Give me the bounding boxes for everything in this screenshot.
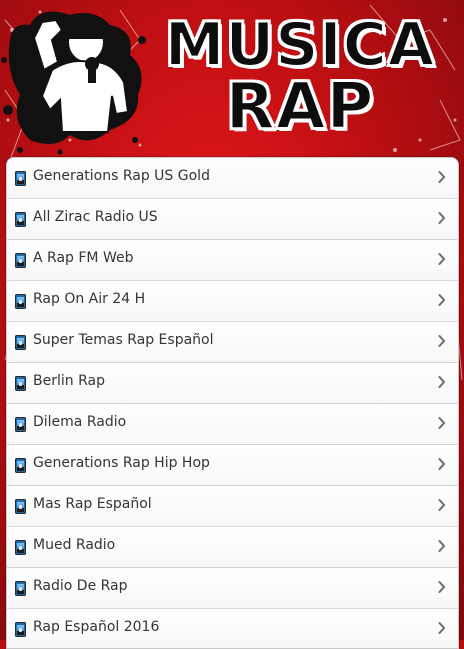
chevron-right-icon xyxy=(438,376,446,388)
app-header: MUSICA RAP xyxy=(0,0,464,156)
chevron-right-icon xyxy=(438,253,446,265)
list-item-label: All Zirac Radio US xyxy=(33,209,158,225)
list-item[interactable]: Super Temas Rap Español xyxy=(7,322,458,363)
chevron-right-icon xyxy=(438,335,446,347)
chevron-right-icon xyxy=(438,581,446,593)
list-item[interactable]: Rap On Air 24 H xyxy=(7,281,458,322)
radio-station-icon xyxy=(15,622,26,637)
radio-station-icon xyxy=(15,294,26,309)
list-item-label: Radio De Rap xyxy=(33,578,128,594)
app-title-line1: MUSICA xyxy=(164,10,436,80)
chevron-right-icon xyxy=(438,540,446,552)
chevron-right-icon xyxy=(438,294,446,306)
list-item-label: Super Temas Rap Español xyxy=(33,332,214,348)
radio-station-icon xyxy=(15,540,26,555)
list-item[interactable]: Dilema Radio xyxy=(7,404,458,445)
list-item-label: Rap On Air 24 H xyxy=(33,291,146,307)
list-item[interactable]: Generations Rap US Gold xyxy=(7,158,458,199)
list-item[interactable]: Berlin Rap xyxy=(7,363,458,404)
station-list: Generations Rap US Gold All Zirac Radio U… xyxy=(6,157,459,649)
radio-station-icon xyxy=(15,376,26,391)
radio-station-icon xyxy=(15,417,26,432)
list-item-label: Rap Español 2016 xyxy=(33,619,160,635)
chevron-right-icon xyxy=(438,458,446,470)
chevron-right-icon xyxy=(438,499,446,511)
radio-station-icon xyxy=(15,212,26,227)
list-item-label: Mued Radio xyxy=(33,537,116,553)
chevron-right-icon xyxy=(438,171,446,183)
list-item-label: Dilema Radio xyxy=(33,414,127,430)
list-item[interactable]: Mas Rap Español xyxy=(7,486,458,527)
list-item-label: Berlin Rap xyxy=(33,373,105,389)
chevron-right-icon xyxy=(438,417,446,429)
radio-station-icon xyxy=(15,581,26,596)
radio-station-icon xyxy=(15,499,26,514)
list-item[interactable]: Generations Rap Hip Hop xyxy=(7,445,458,486)
chevron-right-icon xyxy=(438,212,446,224)
radio-station-icon xyxy=(15,335,26,350)
app-title-line2: RAP xyxy=(225,70,375,144)
list-item-label: Generations Rap US Gold xyxy=(33,168,210,184)
list-item-label: Generations Rap Hip Hop xyxy=(33,455,210,471)
list-item[interactable]: Rap Español 2016 xyxy=(7,609,458,648)
radio-station-icon xyxy=(15,253,26,268)
list-item[interactable]: All Zirac Radio US xyxy=(7,199,458,240)
list-item-label: Mas Rap Español xyxy=(33,496,152,512)
chevron-right-icon xyxy=(438,622,446,634)
radio-station-icon xyxy=(15,458,26,473)
list-item-label: A Rap FM Web xyxy=(33,250,134,266)
radio-station-icon xyxy=(15,171,26,186)
rapper-graphic xyxy=(1,11,146,155)
list-item[interactable]: A Rap FM Web xyxy=(7,240,458,281)
list-item[interactable]: Radio De Rap xyxy=(7,568,458,609)
list-item[interactable]: Mued Radio xyxy=(7,527,458,568)
